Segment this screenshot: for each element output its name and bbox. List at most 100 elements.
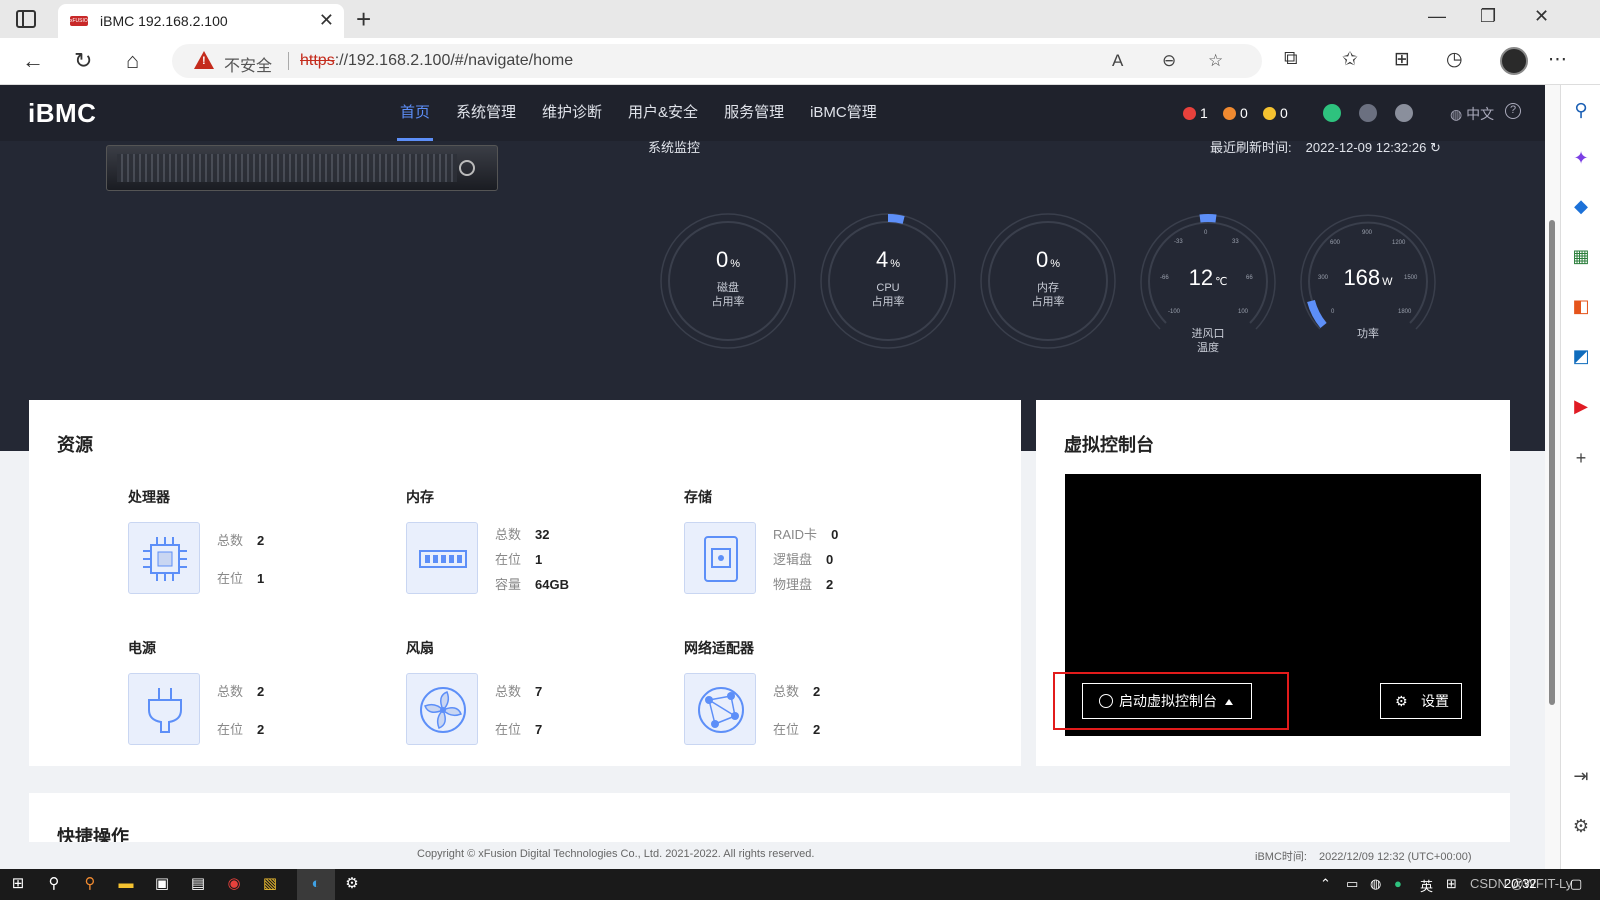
power-heading[interactable]: 电源 (128, 638, 156, 658)
ime-mode-icon[interactable]: ⊞ (1446, 876, 1457, 892)
memory-icon[interactable] (406, 522, 478, 594)
minor-alarm[interactable]: 0 (1263, 105, 1288, 121)
hide-sidebar-icon[interactable]: ⇥ (1570, 765, 1592, 787)
restore-icon[interactable]: ❐ (1480, 6, 1496, 27)
minor-alarm-icon (1263, 106, 1276, 120)
extensions-icon[interactable]: ⧉ (1284, 48, 1298, 70)
youtube-icon[interactable]: ▶ (1570, 395, 1592, 417)
cpu-unit: % (890, 258, 901, 270)
major-count: 0 (1240, 105, 1248, 121)
app-icon[interactable]: ▣ (152, 874, 172, 894)
footer: Copyright © xFusion Digital Technologies… (0, 842, 1545, 869)
storage-icon[interactable] (684, 522, 756, 594)
ibmc-logo[interactable]: iBMC (28, 98, 96, 129)
network-present: 在位 2 (773, 722, 821, 737)
outlook-icon[interactable]: ◩ (1570, 345, 1592, 367)
ime-indicator[interactable]: 英 (1420, 876, 1433, 895)
browser-tab[interactable]: xFUSION iBMC 192.168.2.100 ✕ (58, 4, 344, 38)
settings-app-icon[interactable]: ⚙ (342, 874, 362, 894)
favorites-icon[interactable]: ✩ (1342, 48, 1358, 71)
url-input[interactable]: 不安全 https://192.168.2.100/#/navigate/hom… (172, 44, 1262, 78)
taskbar-search-icon[interactable]: ⚲ (44, 874, 64, 894)
tools-icon[interactable]: ▦ (1570, 245, 1592, 267)
memory-unit: % (1050, 258, 1061, 270)
cpu-icon[interactable] (128, 522, 200, 594)
fan-heading[interactable]: 风扇 (406, 638, 434, 658)
read-aloud-icon[interactable]: A (1112, 51, 1123, 71)
menu-maintenance[interactable]: 维护诊断 (542, 85, 602, 141)
page-scrollbar[interactable] (1545, 85, 1560, 869)
search-app-icon[interactable]: ⚲ (80, 874, 100, 894)
power-status-icon[interactable] (1323, 104, 1341, 122)
edge-icon[interactable]: ◐ (306, 874, 326, 894)
collections-icon[interactable]: ⊞ (1394, 48, 1410, 71)
menu-ibmc[interactable]: iBMC管理 (810, 85, 877, 141)
zoom-icon[interactable]: ⊖ (1162, 51, 1176, 71)
notification-icon[interactable]: ▢ (1570, 876, 1582, 892)
user-icon[interactable] (1395, 104, 1413, 122)
url-path: ://192.168.2.100/#/navigate/home (334, 52, 574, 69)
power-total: 总数 2 (217, 684, 265, 699)
close-tab-icon[interactable]: ✕ (319, 10, 334, 31)
resources-title: 资源 (57, 435, 93, 455)
menu-home[interactable]: 首页 (396, 85, 434, 141)
wechat-icon[interactable]: ● (1394, 876, 1402, 891)
critical-alarm[interactable]: 1 (1183, 105, 1208, 121)
disk-label-2: 占用率 (711, 296, 745, 308)
menu-system[interactable]: 系统管理 (456, 85, 516, 141)
url-text[interactable]: https://192.168.2.100/#/navigate/home (300, 52, 573, 70)
back-icon[interactable]: ← (22, 48, 44, 74)
battery-icon[interactable]: ▭ (1346, 876, 1358, 892)
clock[interactable]: 20:32 (1504, 876, 1537, 891)
new-tab-icon[interactable]: + (356, 4, 371, 35)
cpu-heading[interactable]: 处理器 (128, 487, 170, 507)
refresh-icon[interactable]: ↻ (74, 48, 92, 74)
search-icon[interactable]: ⚲ (1570, 99, 1592, 121)
temperature-gauge: 0 -33 33 -66 66 -100 100 12 ℃ 进风口 温度 (1138, 211, 1278, 354)
browser-tab-bar: xFUSION iBMC 192.168.2.100 ✕ + — ❐ ✕ (0, 0, 1600, 38)
storage-heading[interactable]: 存储 (684, 487, 712, 507)
launch-virtual-console-button[interactable]: 启动虚拟控制台 (1082, 683, 1252, 719)
fan-icon[interactable] (406, 673, 478, 745)
notepad-icon[interactable]: ▧ (260, 874, 280, 894)
scrollbar-thumb[interactable] (1549, 220, 1555, 705)
memory-heading[interactable]: 内存 (406, 487, 434, 507)
uid-icon[interactable] (1359, 104, 1377, 122)
home-icon[interactable]: ⌂ (126, 48, 139, 74)
profile-avatar[interactable] (1500, 47, 1528, 75)
help-icon[interactable]: ? (1505, 103, 1521, 119)
add-sidebar-app-icon[interactable]: + (1570, 447, 1592, 469)
add-favorite-icon[interactable]: ☆ (1208, 51, 1223, 71)
file-explorer-icon[interactable]: ▬ (116, 874, 136, 894)
tray-overflow-icon[interactable]: ⌃ (1320, 876, 1331, 892)
network-heading[interactable]: 网络适配器 (684, 638, 754, 658)
chrome-icon[interactable]: ◉ (224, 874, 244, 894)
power-unit: W (1382, 276, 1393, 288)
warning-icon (194, 51, 214, 69)
app-icon[interactable]: ▤ (188, 874, 208, 894)
menu-user-security[interactable]: 用户&安全 (628, 85, 698, 141)
minimize-icon[interactable]: — (1428, 6, 1446, 27)
major-alarm[interactable]: 0 (1223, 105, 1248, 121)
power-plug-icon[interactable] (128, 673, 200, 745)
power-label: 功率 (1357, 328, 1379, 340)
network-tray-icon[interactable]: ◍ (1370, 876, 1381, 892)
start-icon[interactable]: ⊞ (8, 874, 28, 894)
history-icon[interactable]: ◷ (1446, 48, 1463, 71)
more-menu-icon[interactable]: ⋯ (1548, 48, 1567, 71)
disk-unit: % (730, 258, 741, 270)
office-icon[interactable]: ◧ (1570, 295, 1592, 317)
menu-services[interactable]: 服务管理 (724, 85, 784, 141)
insecure-label[interactable]: 不安全 (224, 52, 272, 76)
console-settings-button[interactable]: 设置 (1380, 683, 1462, 719)
window-close-icon[interactable]: ✕ (1534, 6, 1549, 27)
power-number: 168 (1343, 265, 1381, 290)
tab-actions-icon[interactable] (16, 10, 36, 28)
power-tick: 0 (1331, 309, 1335, 315)
sidebar-settings-icon[interactable]: ⚙ (1570, 815, 1592, 837)
shopping-icon[interactable]: ◆ (1570, 195, 1592, 217)
language-switch[interactable]: ◍ 中文 (1450, 104, 1494, 124)
refresh-icon[interactable]: ↻ (1430, 140, 1441, 155)
network-icon[interactable] (684, 673, 756, 745)
copilot-icon[interactable]: ✦ (1570, 147, 1592, 169)
